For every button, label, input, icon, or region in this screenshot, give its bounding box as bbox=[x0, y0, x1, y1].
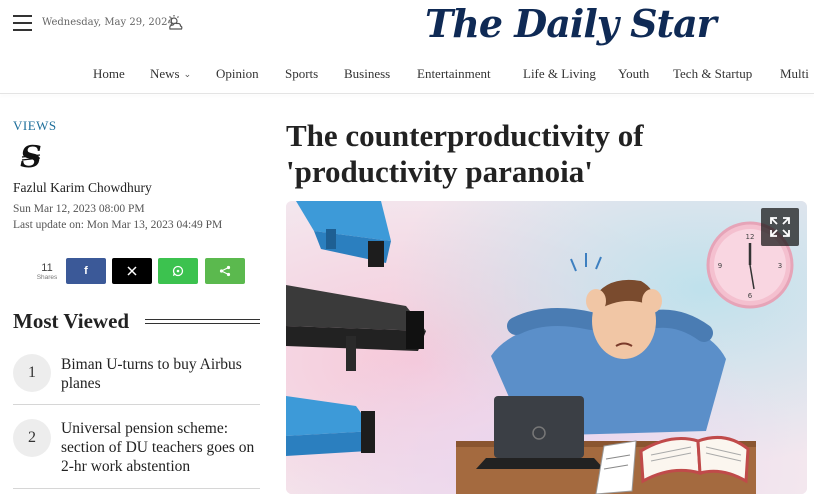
daily-star-monogram-icon: S bbox=[20, 140, 42, 174]
nav-item-youth[interactable]: Youth bbox=[618, 66, 649, 82]
section-label[interactable]: VIEWS bbox=[13, 118, 57, 134]
most-viewed-title[interactable]: Universal pension scheme: section of DU … bbox=[61, 419, 260, 476]
top-bar: Wednesday, May 29, 2024 The Daily Star bbox=[0, 0, 814, 50]
most-viewed-heading: Most Viewed bbox=[13, 309, 130, 333]
x-share-button[interactable] bbox=[112, 258, 152, 284]
site-logo[interactable]: The Daily Star bbox=[425, 1, 717, 49]
most-viewed-rule bbox=[145, 319, 260, 324]
updated-date: Last update on: Mon Mar 13, 2023 04:49 P… bbox=[13, 219, 223, 231]
nav-item-news[interactable]: News ⌄ bbox=[150, 66, 191, 82]
facebook-icon: f bbox=[84, 265, 88, 277]
hero-illustration: 12 3 6 9 bbox=[286, 201, 807, 494]
nav-item-tech-startup[interactable]: Tech & Startup bbox=[673, 66, 752, 82]
whatsapp-share-button[interactable] bbox=[158, 258, 198, 284]
svg-text:3: 3 bbox=[778, 262, 782, 270]
published-date: Sun Mar 12, 2023 08:00 PM bbox=[13, 203, 145, 215]
x-icon bbox=[127, 266, 137, 276]
svg-text:12: 12 bbox=[746, 233, 755, 241]
nav-item-multimedia[interactable]: Multi bbox=[780, 66, 809, 82]
svg-text:9: 9 bbox=[718, 262, 722, 270]
sharethis-share-button[interactable] bbox=[205, 258, 245, 284]
list-divider bbox=[13, 404, 260, 405]
nav-item-home[interactable]: Home bbox=[93, 66, 125, 82]
chevron-down-icon: ⌄ bbox=[183, 69, 192, 79]
whatsapp-icon bbox=[172, 265, 184, 277]
facebook-share-button[interactable]: f bbox=[66, 258, 106, 284]
rank-badge: 1 bbox=[13, 354, 51, 392]
svg-text:6: 6 bbox=[748, 292, 753, 300]
rank-badge: 2 bbox=[13, 419, 51, 457]
nav-item-entertainment[interactable]: Entertainment bbox=[417, 66, 491, 82]
partly-cloudy-icon bbox=[168, 15, 183, 30]
fullscreen-icon bbox=[770, 217, 790, 237]
hero-image: 12 3 6 9 bbox=[286, 201, 807, 494]
nav-item-opinion[interactable]: Opinion bbox=[216, 66, 259, 82]
share-icon bbox=[219, 265, 231, 277]
article-headline: The counterproductivity of 'productivity… bbox=[286, 118, 644, 189]
nav-item-business[interactable]: Business bbox=[344, 66, 390, 82]
expand-image-button[interactable] bbox=[761, 208, 799, 246]
header-divider bbox=[0, 93, 814, 94]
main-nav: Home News ⌄ Opinion Sports Business Enter… bbox=[0, 57, 814, 91]
menu-icon[interactable] bbox=[13, 15, 32, 31]
most-viewed-title[interactable]: Biman U-turns to buy Airbus planes bbox=[61, 355, 260, 393]
most-viewed-item[interactable]: 1 Biman U-turns to buy Airbus planes bbox=[13, 354, 260, 398]
list-divider bbox=[13, 488, 260, 489]
nav-item-sports[interactable]: Sports bbox=[285, 66, 318, 82]
header-date: Wednesday, May 29, 2024 bbox=[42, 17, 174, 28]
share-count: 11 Shares bbox=[36, 262, 58, 281]
most-viewed-item[interactable]: 2 Universal pension scheme: section of D… bbox=[13, 419, 260, 481]
author-name[interactable]: Fazlul Karim Chowdhury bbox=[13, 180, 152, 196]
nav-item-life-living[interactable]: Life & Living bbox=[523, 66, 596, 82]
